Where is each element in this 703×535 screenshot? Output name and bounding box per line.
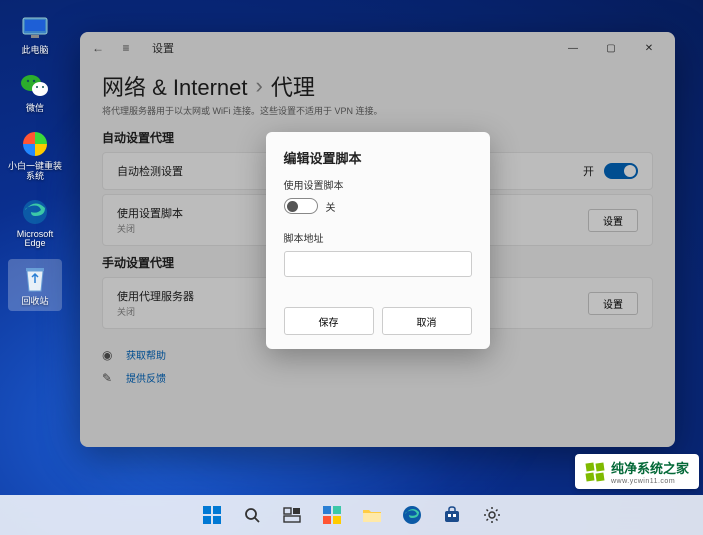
desktop-icon-edge[interactable]: Microsoft Edge <box>8 192 62 254</box>
desktop-icon-label: 此电脑 <box>21 46 48 56</box>
recycle-bin-icon <box>19 263 51 295</box>
taskbar <box>0 495 703 535</box>
script-address-input[interactable] <box>284 251 472 277</box>
search-button[interactable] <box>234 497 270 533</box>
desktop-icons: 此电脑 微信 小白一键重装系统 Microsoft Edge 回收站 <box>8 8 62 311</box>
desktop-icon-label: 小白一键重装系统 <box>8 162 62 182</box>
desktop-icon-label: Microsoft Edge <box>8 230 62 250</box>
edge-taskbar-button[interactable] <box>394 497 430 533</box>
store-button[interactable] <box>434 497 470 533</box>
modal-overlay[interactable]: 编辑设置脚本 使用设置脚本 关 脚本地址 保存 取消 <box>80 32 675 447</box>
wechat-icon <box>19 70 51 102</box>
this-pc-icon <box>19 12 51 44</box>
toggle-state: 关 <box>326 199 336 214</box>
address-label: 脚本地址 <box>284 230 472 245</box>
desktop: 此电脑 微信 小白一键重装系统 Microsoft Edge 回收站 <box>0 0 703 535</box>
modal-title: 编辑设置脚本 <box>284 148 472 167</box>
widgets-button[interactable] <box>314 497 350 533</box>
edge-icon <box>19 196 51 228</box>
file-explorer-button[interactable] <box>354 497 390 533</box>
watermark: 纯净系统之家 www.ycwin11.com <box>575 454 699 489</box>
use-script-toggle[interactable] <box>284 198 318 214</box>
desktop-icon-wechat[interactable]: 微信 <box>8 66 62 118</box>
edit-script-modal: 编辑设置脚本 使用设置脚本 关 脚本地址 保存 取消 <box>266 132 490 349</box>
desktop-icon-recycle-bin[interactable]: 回收站 <box>8 259 62 311</box>
watermark-url: www.ycwin11.com <box>611 478 689 485</box>
settings-taskbar-button[interactable] <box>474 497 510 533</box>
desktop-icon-xiaobai[interactable]: 小白一键重装系统 <box>8 124 62 186</box>
task-view-button[interactable] <box>274 497 310 533</box>
desktop-icon-this-pc[interactable]: 此电脑 <box>8 8 62 60</box>
desktop-icon-label: 回收站 <box>21 297 48 307</box>
start-button[interactable] <box>194 497 230 533</box>
cancel-button[interactable]: 取消 <box>382 307 472 335</box>
watermark-logo-icon <box>585 462 605 482</box>
save-button[interactable]: 保存 <box>284 307 374 335</box>
watermark-brand: 纯净系统之家 <box>611 461 689 476</box>
modal-toggle-label: 使用设置脚本 <box>284 177 472 192</box>
desktop-icon-label: 微信 <box>26 104 44 114</box>
settings-window: ← ≡ 设置 — ▢ ✕ 网络 & Internet › 代理 将代理服务器用于… <box>80 32 675 447</box>
xiaobai-icon <box>19 128 51 160</box>
